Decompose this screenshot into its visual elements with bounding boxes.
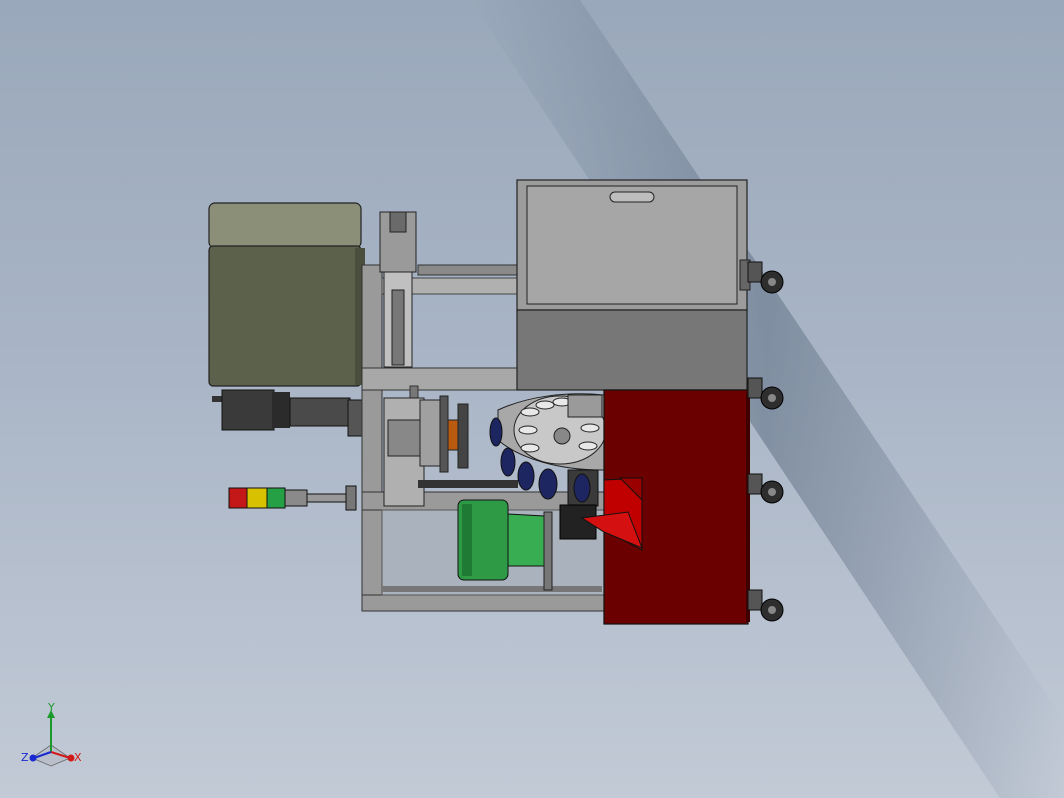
signal-tower[interactable]: [228, 485, 357, 511]
y-axis-label: Y: [47, 701, 55, 714]
machine-model[interactable]: [0, 0, 1064, 798]
caster-wheels: [747, 261, 784, 622]
electrical-cabinet[interactable]: [208, 202, 365, 387]
view-orientation-triad[interactable]: Y X Z: [18, 700, 88, 770]
vertical-linear-module[interactable]: [379, 211, 417, 368]
servo-motor[interactable]: [212, 389, 363, 437]
hopper-tank[interactable]: [516, 179, 751, 391]
graphics-viewport[interactable]: Y X Z: [0, 0, 1064, 798]
z-axis-label: Z: [21, 751, 29, 764]
x-axis-label: X: [74, 751, 82, 764]
